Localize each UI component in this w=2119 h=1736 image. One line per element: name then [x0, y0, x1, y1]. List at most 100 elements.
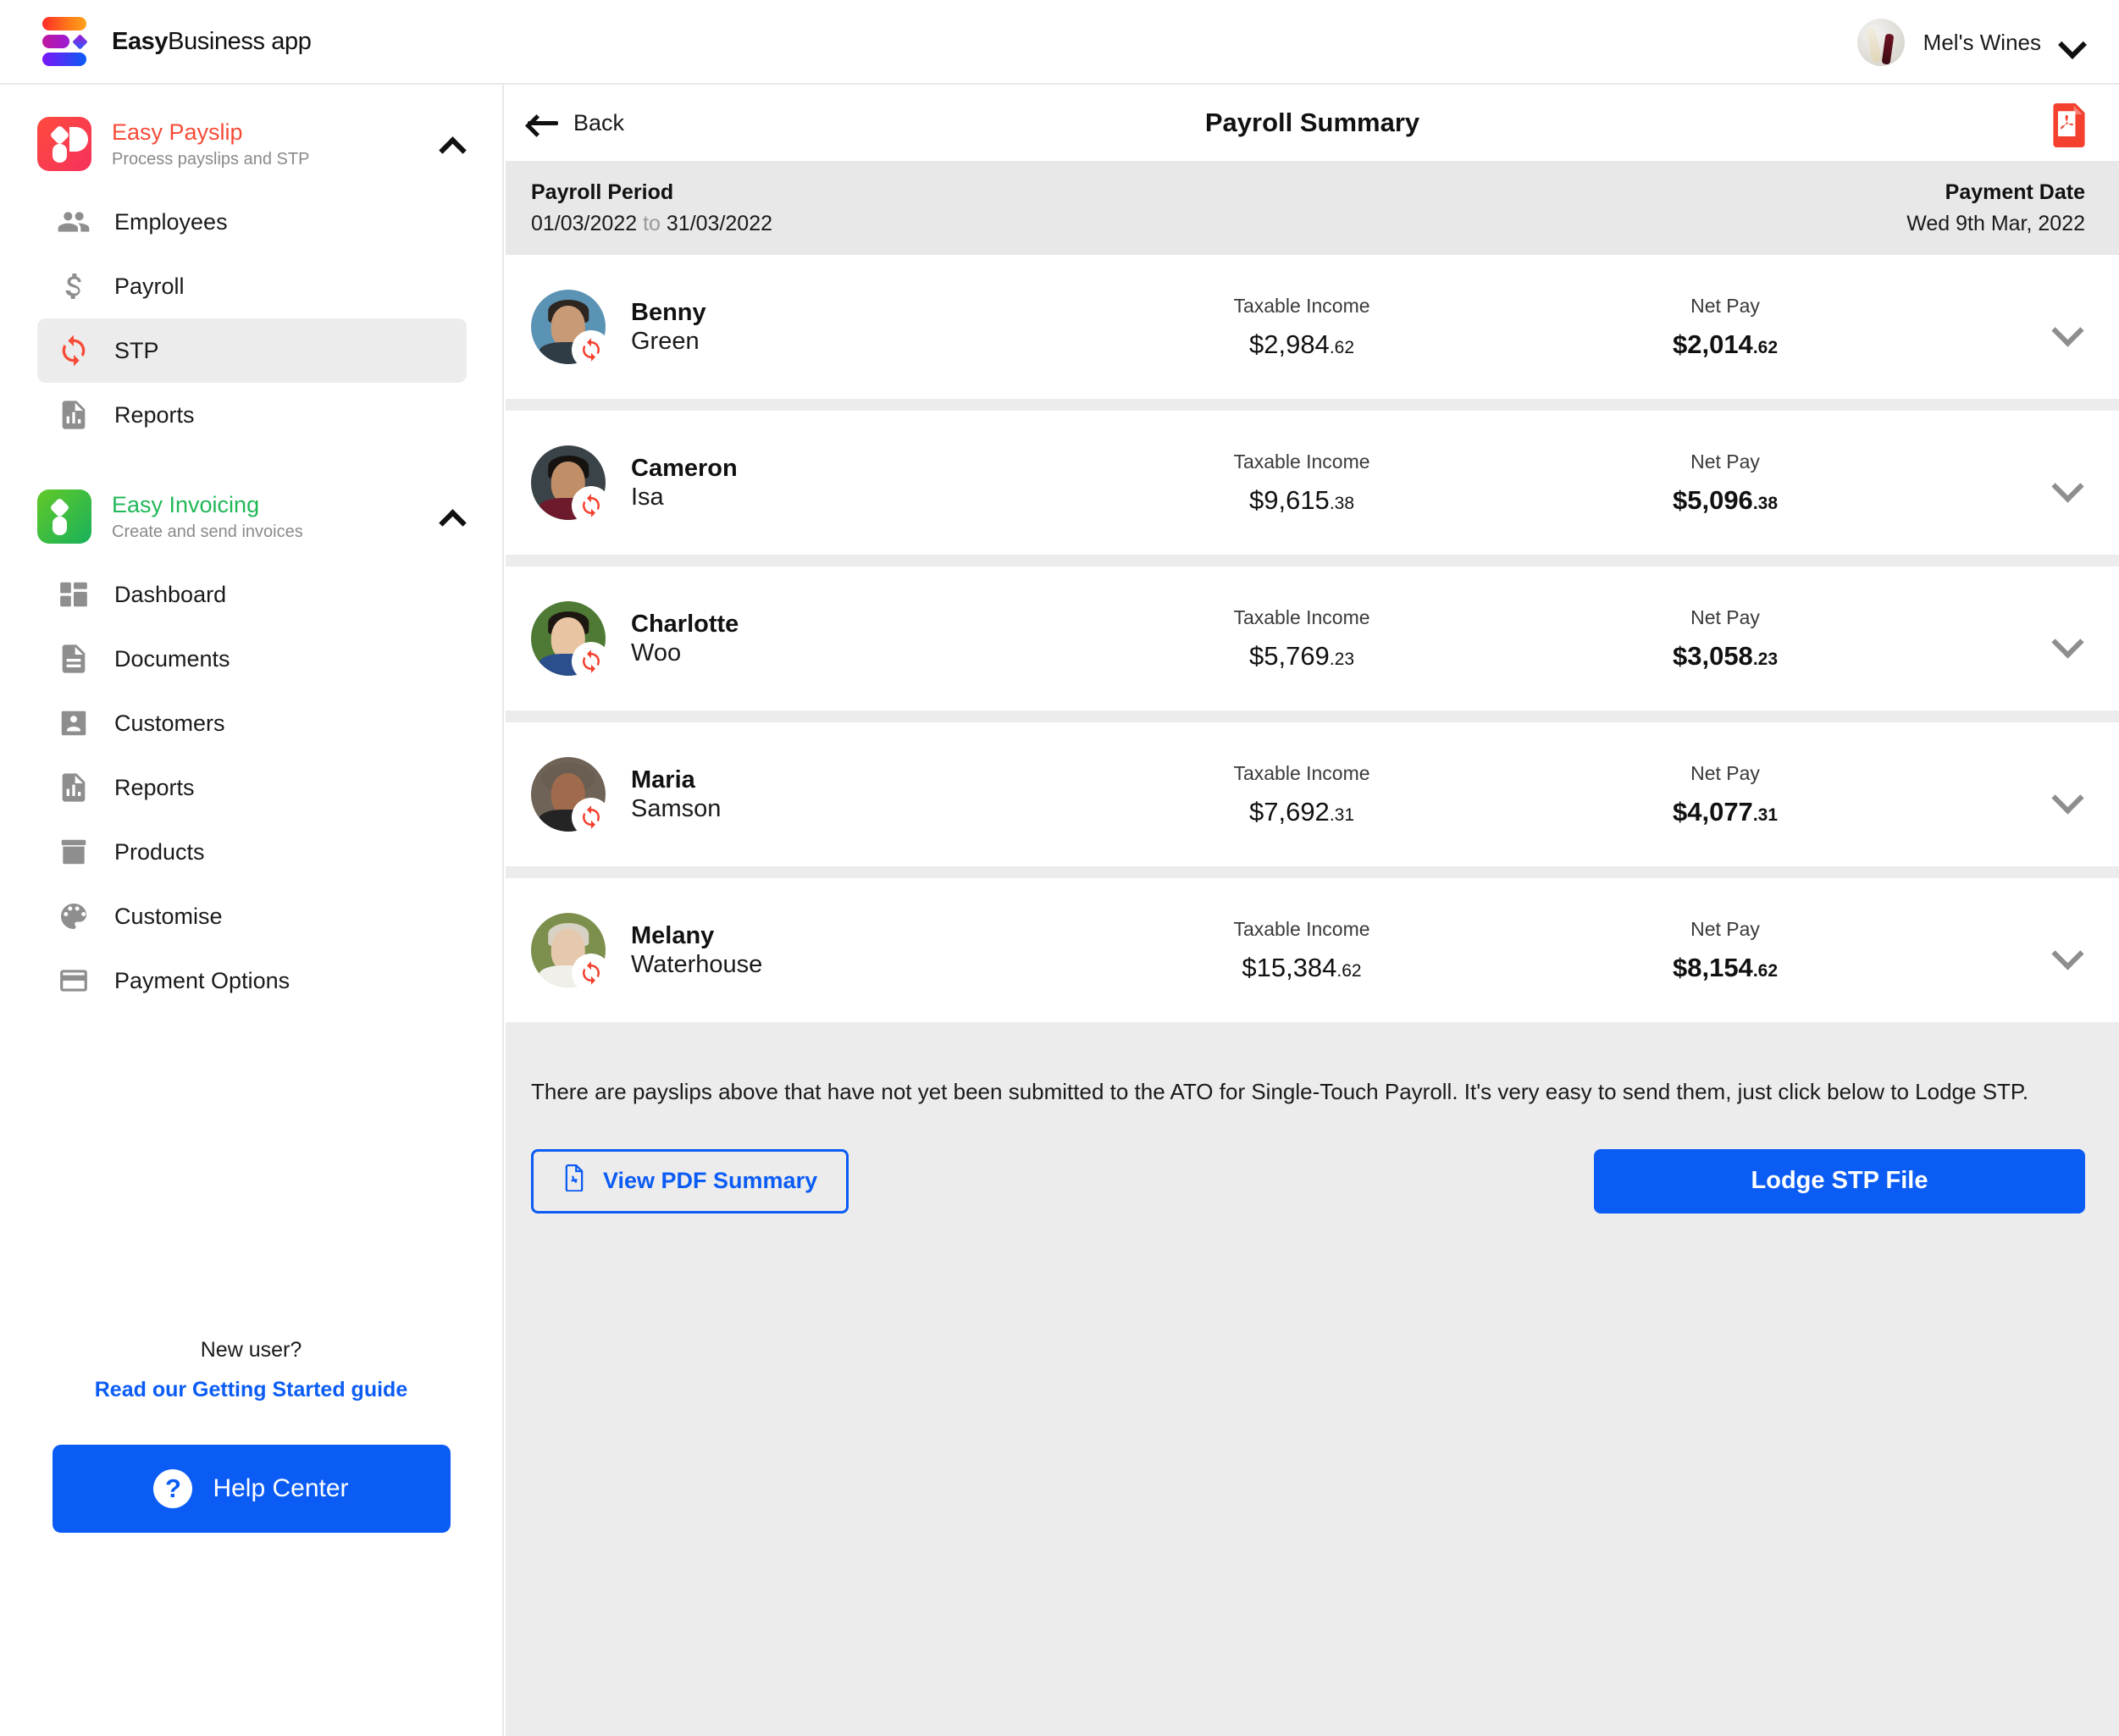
taxable-income-label: Taxable Income — [1233, 294, 1370, 317]
sidebar-item-payroll[interactable]: Payroll — [37, 254, 467, 318]
chevron-up-icon[interactable] — [440, 137, 463, 151]
period-to-word: to — [643, 211, 661, 235]
dollar-icon — [56, 268, 91, 304]
chevron-up-icon[interactable] — [440, 510, 463, 523]
view-pdf-summary-label: View PDF Summary — [603, 1168, 818, 1194]
taxable-income-value: $15,384.62 — [1242, 952, 1362, 982]
people-icon — [56, 204, 91, 240]
chevron-down-icon[interactable] — [2060, 35, 2085, 50]
sync-icon — [572, 642, 611, 681]
brand[interactable]: EasyBusiness app — [42, 17, 312, 66]
employee-first-name: Melany — [631, 921, 715, 949]
row-separator — [506, 710, 2119, 722]
main-content: Back Payroll Summary Payroll Period 01/0… — [506, 85, 2119, 1736]
table-row[interactable]: Maria Samson Taxable Income $7,692.31 Net Pa… — [506, 722, 2119, 866]
palette-icon — [56, 898, 91, 934]
sync-icon — [56, 333, 91, 368]
question-mark-icon: ? — [153, 1469, 193, 1508]
sync-icon — [572, 798, 611, 837]
taxable-income-cell: Taxable Income $2,984.62 — [1141, 295, 1463, 360]
payroll-period-value: 01/03/2022 to 31/03/2022 — [531, 212, 772, 236]
table-row[interactable]: Cameron Isa Taxable Income $9,615.38 Net Pay… — [506, 411, 2119, 555]
sidebar-item-label: Reports — [114, 401, 195, 428]
sidebar-item-customise[interactable]: Customise — [37, 884, 467, 948]
easy-payslip-icon — [37, 117, 91, 171]
getting-started-guide-link[interactable]: Read our Getting Started guide — [0, 1378, 502, 1402]
help-center-button[interactable]: ? Help Center — [52, 1445, 451, 1533]
sidebar-item-label: STP — [114, 337, 159, 363]
account-menu[interactable]: Mel's Wines — [1856, 0, 2085, 85]
chevron-down-icon — [2052, 631, 2081, 647]
stp-note-text: There are payslips above that have not y… — [531, 1079, 2029, 1104]
sidebar-item-customers[interactable]: Customers — [37, 691, 467, 755]
sidebar-group-subtitle: Process payslips and STP — [112, 149, 310, 169]
brand-name: EasyBusiness app — [112, 27, 312, 56]
payroll-period-bar: Payroll Period 01/03/2022 to 31/03/2022 … — [506, 161, 2119, 255]
sidebar-item-dashboard[interactable]: Dashboard — [37, 562, 467, 627]
table-row[interactable]: Melany Waterhouse Taxable Income $15,384.62… — [506, 878, 2119, 1022]
sidebar-item-label: Reports — [114, 774, 195, 800]
sidebar-item-label: Dashboard — [114, 581, 227, 607]
net-pay-cell: Net Pay $8,154.62 — [1564, 918, 1886, 983]
net-pay-label: Net Pay — [1690, 917, 1760, 940]
employee-last-name: Waterhouse — [631, 951, 763, 978]
row-separator — [506, 866, 2119, 878]
sidebar-item-reports-invoicing[interactable]: Reports — [37, 755, 467, 820]
net-pay-label: Net Pay — [1690, 450, 1760, 473]
stp-note: There are payslips above that have not y… — [506, 1022, 2119, 1108]
expand-row-button[interactable] — [2043, 475, 2090, 491]
account-name: Mel's Wines — [1923, 29, 2041, 55]
sidebar-item-products[interactable]: Products — [37, 820, 467, 884]
sidebar-item-payment-options[interactable]: Payment Options — [37, 948, 467, 1013]
view-pdf-summary-button[interactable]: View PDF Summary — [531, 1148, 849, 1214]
sidebar-item-employees[interactable]: Employees — [37, 190, 467, 254]
taxable-income-label: Taxable Income — [1233, 605, 1370, 628]
sidebar-group-easy-payslip: Easy Payslip Process payslips and STP Em… — [0, 112, 502, 447]
avatar — [1856, 19, 1905, 66]
taxable-income-label: Taxable Income — [1233, 761, 1370, 784]
chevron-down-icon — [2052, 787, 2081, 803]
row-separator — [506, 555, 2119, 567]
sync-icon — [572, 954, 611, 992]
net-pay-value: $3,058.23 — [1672, 640, 1779, 671]
sidebar-item-label: Payment Options — [114, 967, 290, 993]
avatar — [531, 913, 611, 992]
taxable-income-cell: Taxable Income $5,769.23 — [1141, 606, 1463, 672]
sidebar-item-documents[interactable]: Documents — [37, 627, 467, 691]
chevron-down-icon — [2052, 475, 2081, 491]
sidebar-item-stp[interactable]: STP — [37, 318, 467, 383]
lodge-stp-file-button[interactable]: Lodge STP File — [1594, 1148, 2085, 1214]
help-center-label: Help Center — [213, 1474, 349, 1502]
brand-name-bold: Easy — [112, 27, 169, 55]
sidebar-group-header-easy-payslip[interactable]: Easy Payslip Process payslips and STP — [0, 112, 502, 176]
taxable-income-label: Taxable Income — [1233, 450, 1370, 473]
sidebar-group-header-easy-invoicing[interactable]: Easy Invoicing Create and send invoices — [0, 484, 502, 549]
net-pay-value: $2,014.62 — [1672, 329, 1779, 359]
net-pay-cell: Net Pay $2,014.62 — [1564, 295, 1886, 360]
expand-row-button[interactable] — [2043, 943, 2090, 959]
payment-date: Payment Date Wed 9th Mar, 2022 — [1906, 180, 2085, 236]
expand-row-button[interactable] — [2043, 631, 2090, 647]
table-row[interactable]: Benny Green Taxable Income $2,984.62 Net Pay… — [506, 255, 2119, 399]
net-pay-label: Net Pay — [1690, 761, 1760, 784]
credit-card-icon — [56, 963, 91, 998]
avatar — [531, 757, 611, 837]
sidebar-item-reports-payslip[interactable]: Reports — [37, 383, 467, 447]
report-document-icon — [56, 770, 91, 805]
arrow-left-icon — [528, 112, 558, 134]
employee-first-name: Charlotte — [631, 610, 739, 638]
expand-row-button[interactable] — [2043, 319, 2090, 335]
employee-first-name: Maria — [631, 766, 695, 793]
employee-identity: Charlotte Woo — [531, 601, 1073, 681]
table-row[interactable]: Charlotte Woo Taxable Income $5,769.23 Net P… — [506, 567, 2119, 710]
net-pay-cell: Net Pay $4,077.31 — [1564, 762, 1886, 827]
sidebar-group-easy-invoicing: Easy Invoicing Create and send invoices … — [0, 484, 502, 1013]
pdf-document-icon[interactable] — [2050, 103, 2089, 147]
taxable-income-cell: Taxable Income $15,384.62 — [1141, 918, 1463, 983]
period-end: 31/03/2022 — [666, 211, 773, 235]
expand-row-button[interactable] — [2043, 787, 2090, 803]
back-button[interactable]: Back — [528, 110, 624, 136]
top-bar: EasyBusiness app Mel's Wines — [0, 0, 2119, 85]
avatar — [531, 601, 611, 681]
employee-last-name: Samson — [631, 795, 722, 822]
